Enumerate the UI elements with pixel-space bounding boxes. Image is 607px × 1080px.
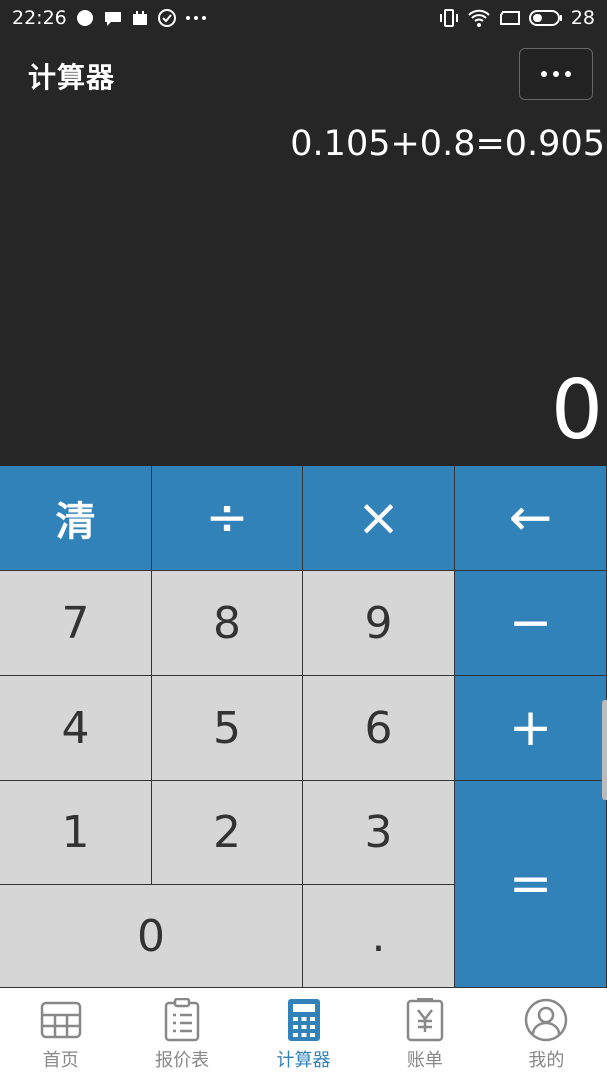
tab-calculator[interactable]: 计算器	[243, 988, 364, 1080]
page-title: 计算器	[28, 61, 116, 94]
multiply-button[interactable]: ×	[303, 466, 455, 571]
check-circle-icon	[157, 8, 177, 28]
equals-button[interactable]: =	[455, 781, 607, 988]
digit-1-button[interactable]: 1	[0, 781, 152, 885]
yuan-receipt-icon	[403, 998, 447, 1042]
keypad: 清 ÷ × ← 7 8 9 − 4 5 6 + 1 2 3 = 0 .	[0, 466, 607, 988]
app-header: 计算器	[0, 36, 607, 114]
message-icon	[103, 9, 123, 27]
chat-bubble-icon	[75, 8, 95, 28]
vibrate-icon	[439, 8, 459, 28]
status-right: 28	[439, 7, 595, 29]
screen-rotate-icon	[499, 9, 521, 27]
wifi-icon	[467, 8, 491, 28]
plus-button[interactable]: +	[455, 676, 607, 781]
tab-label: 账单	[406, 1050, 443, 1071]
status-time: 22:26	[12, 7, 67, 29]
expression-history: 0.105+0.8=0.905	[290, 124, 605, 164]
digit-0-button[interactable]: 0	[0, 885, 303, 988]
tab-quote-list[interactable]: 报价表	[121, 988, 242, 1080]
backspace-button[interactable]: ←	[455, 466, 607, 571]
digit-7-button[interactable]: 7	[0, 571, 152, 676]
bottom-tab-bar: 首页 报价表 计算器 账单 我的	[0, 988, 607, 1080]
status-bar: 22:26 28	[0, 0, 607, 36]
tab-label: 报价表	[155, 1050, 210, 1071]
tab-profile[interactable]: 我的	[486, 988, 607, 1080]
digit-5-button[interactable]: 5	[152, 676, 303, 781]
digit-2-button[interactable]: 2	[152, 781, 303, 885]
decimal-point-button[interactable]: .	[303, 885, 455, 988]
user-circle-icon	[524, 998, 568, 1042]
result-value: 0	[550, 363, 603, 458]
battery-level: 28	[570, 7, 595, 29]
digit-4-button[interactable]: 4	[0, 676, 152, 781]
tab-label: 首页	[42, 1050, 79, 1071]
more-dot-icon	[553, 71, 559, 77]
tab-home[interactable]: 首页	[0, 988, 121, 1080]
clear-button[interactable]: 清	[0, 466, 152, 571]
tab-label: 计算器	[276, 1050, 331, 1071]
minus-button[interactable]: −	[455, 571, 607, 676]
divide-button[interactable]: ÷	[152, 466, 303, 571]
grid-icon	[39, 998, 83, 1042]
digit-9-button[interactable]: 9	[303, 571, 455, 676]
tab-bills[interactable]: 账单	[364, 988, 485, 1080]
calculator-icon	[282, 998, 326, 1042]
more-notifications-icon	[185, 15, 207, 21]
digit-8-button[interactable]: 8	[152, 571, 303, 676]
calculator-display: 0.105+0.8=0.905 0	[0, 114, 607, 466]
more-dot-icon	[541, 71, 547, 77]
calendar-icon	[131, 9, 149, 27]
scrollbar-thumb[interactable]	[602, 700, 607, 800]
digit-3-button[interactable]: 3	[303, 781, 455, 885]
more-dot-icon	[565, 71, 571, 77]
digit-6-button[interactable]: 6	[303, 676, 455, 781]
status-left: 22:26	[12, 7, 207, 29]
clipboard-list-icon	[160, 998, 204, 1042]
battery-icon	[528, 9, 563, 27]
tab-label: 我的	[528, 1050, 565, 1071]
more-options-button[interactable]	[519, 48, 593, 100]
